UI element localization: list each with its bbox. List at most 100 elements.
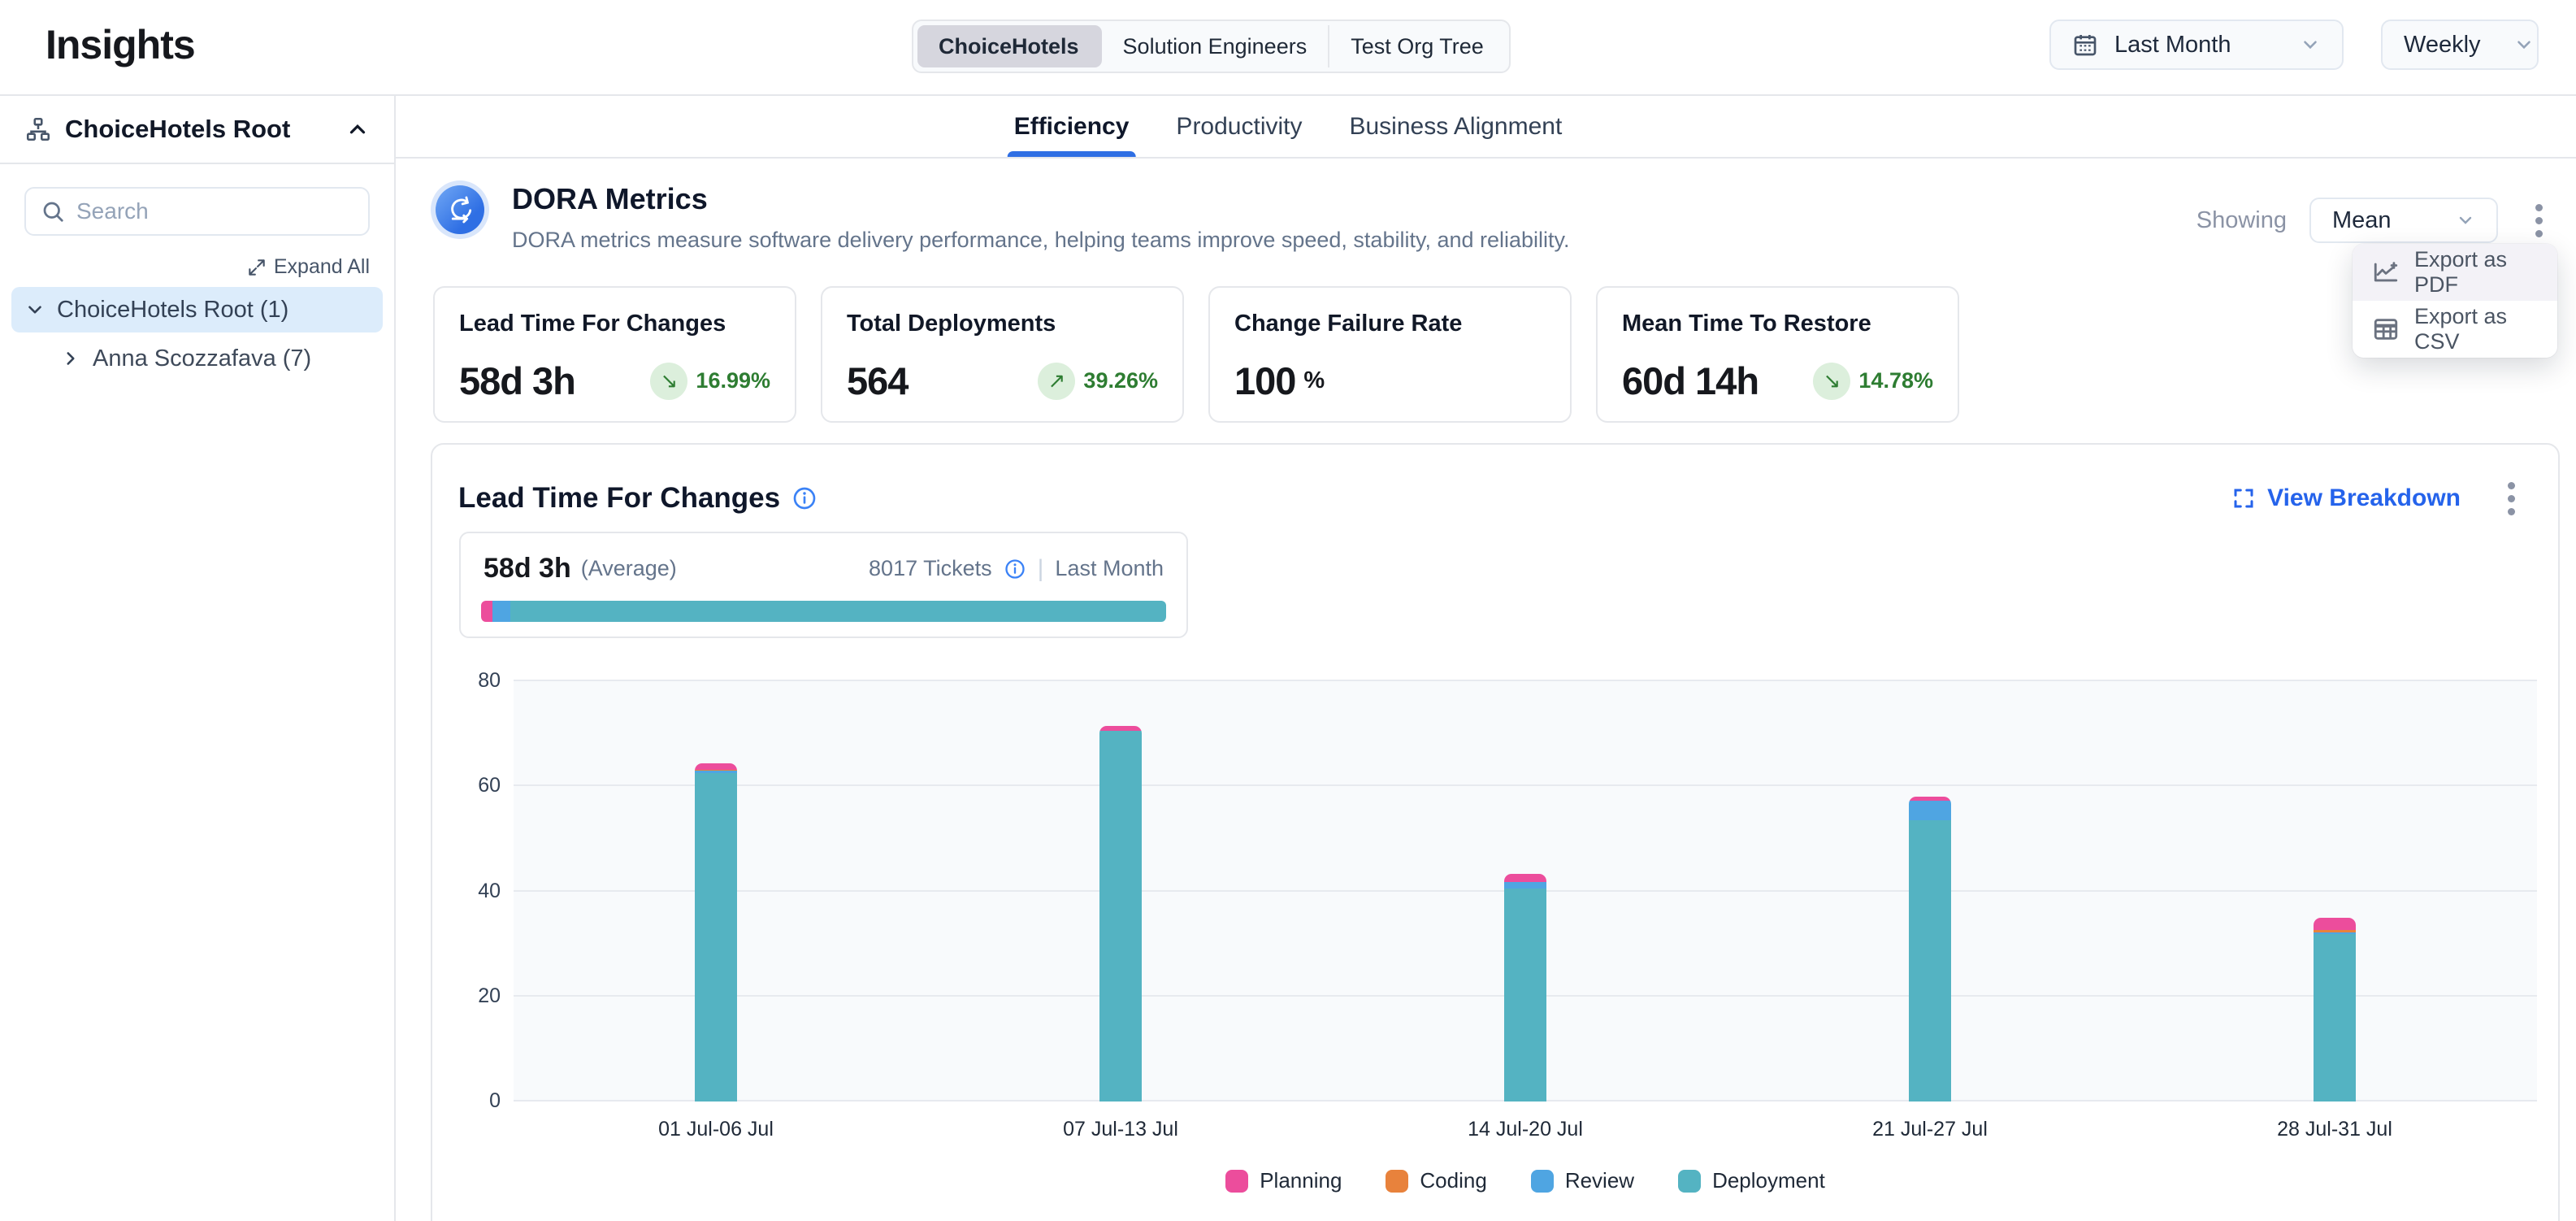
phase-segment-review xyxy=(492,601,510,622)
efficiency-content: DORA Metrics DORA metrics measure softwa… xyxy=(396,159,2576,1221)
search-input[interactable] xyxy=(76,198,370,224)
legend-item-review: Review xyxy=(1531,1168,1634,1193)
date-range-select[interactable]: Last Month xyxy=(2049,20,2344,70)
trend-down-icon: ↘ xyxy=(650,363,687,400)
expand-all-button[interactable]: Expand All xyxy=(246,255,370,279)
legend-label: Planning xyxy=(1260,1168,1342,1193)
tree-node[interactable]: Anna Scozzafava (7) xyxy=(47,336,383,381)
trend-up-icon: ↗ xyxy=(1038,363,1075,400)
stacked-bar[interactable] xyxy=(1504,874,1546,1102)
dora-metrics-header: DORA Metrics DORA metrics measure softwa… xyxy=(431,180,1570,253)
aggregation-value: Mean xyxy=(2332,207,2392,234)
legend-label: Deployment xyxy=(1712,1168,1825,1193)
x-tick-label: 28 Jul-31 Jul xyxy=(2132,1118,2537,1141)
stacked-bar[interactable] xyxy=(695,763,737,1102)
metric-card: Mean Time To Restore60d 14h↘14.78% xyxy=(1596,286,1959,423)
metric-delta-value: 39.26% xyxy=(1083,368,1158,393)
org-tab-choicehotels[interactable]: ChoiceHotels xyxy=(917,25,1102,67)
page-title: Insights xyxy=(46,21,195,68)
x-tick-label: 21 Jul-27 Jul xyxy=(1728,1118,2132,1141)
metric-card-value: 58d 3h xyxy=(459,358,575,403)
meta-divider: | xyxy=(1038,555,1044,583)
bar-segment-deployment xyxy=(695,773,737,1102)
legend-item-coding: Coding xyxy=(1386,1168,1486,1193)
chevron-down-icon xyxy=(2456,211,2475,230)
table-icon xyxy=(2372,315,2400,343)
summary-qualifier: (Average) xyxy=(581,556,677,581)
summary-period: Last Month xyxy=(1055,556,1164,581)
bar-segment-planning xyxy=(1504,874,1546,882)
view-breakdown-button[interactable]: View Breakdown xyxy=(2231,484,2461,512)
chevron-down-icon[interactable] xyxy=(24,299,46,320)
org-tab-label: ChoiceHotels xyxy=(939,34,1079,59)
tab-efficiency[interactable]: Efficiency xyxy=(1014,96,1130,157)
top-right-controls: Last Month Weekly xyxy=(2049,20,2539,70)
org-tab-label: Solution Engineers xyxy=(1123,34,1308,59)
sidebar-title: ChoiceHotels Root xyxy=(65,115,332,144)
stacked-bar[interactable] xyxy=(1909,797,1951,1102)
menu-item-export-as-csv[interactable]: Export as CSV xyxy=(2353,301,2557,358)
metric-card-value-row: 100% xyxy=(1234,358,1546,403)
section-more-menu-button[interactable] xyxy=(2493,476,2529,521)
metric-card: Change Failure Rate100% xyxy=(1208,286,1572,423)
collapse-sidebar-button[interactable] xyxy=(345,117,370,141)
stacked-bar[interactable] xyxy=(2314,918,2356,1102)
view-breakdown-label: View Breakdown xyxy=(2267,484,2461,512)
tree-node[interactable]: ChoiceHotels Root (1) xyxy=(11,287,383,332)
metric-delta-badge: ↘14.78% xyxy=(1813,363,1933,400)
search-icon xyxy=(41,199,65,224)
bar-segment-planning xyxy=(695,763,737,770)
chevron-right-icon[interactable] xyxy=(60,348,81,369)
chevron-down-icon xyxy=(2513,34,2535,55)
legend-item-deployment: Deployment xyxy=(1678,1168,1825,1193)
date-range-value: Last Month xyxy=(2114,32,2231,59)
granularity-select[interactable]: Weekly xyxy=(2381,20,2539,70)
bar-segment-deployment xyxy=(2314,934,2356,1102)
top-bar: Insights ChoiceHotels Solution Engineers T… xyxy=(0,0,2576,96)
stacked-bar[interactable] xyxy=(1099,726,1142,1102)
bar-segment-deployment xyxy=(1909,820,1951,1102)
legend-label: Review xyxy=(1565,1168,1634,1193)
info-icon[interactable] xyxy=(791,485,817,511)
metric-card-value: 60d 14h xyxy=(1622,358,1759,403)
metric-card-unit: % xyxy=(1303,367,1325,394)
metric-delta-badge: ↗ 39.26% xyxy=(1038,363,1158,400)
calendar-icon xyxy=(2072,32,2098,58)
y-tick-label: 40 xyxy=(478,880,501,903)
bar-segment-planning xyxy=(2314,918,2356,931)
menu-item-export-as-pdf[interactable]: Export as PDF xyxy=(2353,244,2557,301)
org-hierarchy-icon xyxy=(24,115,52,143)
expand-arrows-icon xyxy=(246,257,267,278)
gridline-60 xyxy=(514,784,2537,786)
tab-productivity[interactable]: Productivity xyxy=(1176,96,1302,157)
x-tick-label: 07 Jul-13 Jul xyxy=(918,1118,1323,1141)
export-menu: Export as PDFExport as CSV xyxy=(2353,244,2557,358)
info-icon[interactable] xyxy=(1004,558,1026,580)
aggregation-select[interactable]: Mean xyxy=(2309,198,2498,243)
menu-item-label: Export as CSV xyxy=(2414,304,2538,354)
tab-business-alignment[interactable]: Business Alignment xyxy=(1349,96,1562,157)
showing-controls: Showing Mean xyxy=(2197,198,2556,243)
lead-time-section: Lead Time For Changes xyxy=(431,443,2560,1221)
org-segmented-control: ChoiceHotels Solution Engineers Test Org T… xyxy=(912,20,1511,73)
metric-card-value-row: 58d 3h↘16.99% xyxy=(459,358,770,403)
chart-x-axis: 01 Jul-06 Jul07 Jul-13 Jul14 Jul-20 Jul2… xyxy=(514,1118,2537,1141)
legend-swatch xyxy=(1678,1170,1701,1193)
dora-title: DORA Metrics xyxy=(512,182,1570,216)
y-tick-label: 80 xyxy=(478,669,501,693)
dora-more-menu-button[interactable] xyxy=(2521,198,2556,243)
legend-swatch xyxy=(1386,1170,1408,1193)
y-tick-label: 20 xyxy=(478,984,501,1008)
metric-card-title: Lead Time For Changes xyxy=(459,311,770,337)
tree-node-label: ChoiceHotels Root (1) xyxy=(57,297,288,324)
expand-corners-icon xyxy=(2231,486,2256,511)
phase-segment-deployment xyxy=(510,601,1166,622)
org-tab-solution-engineers[interactable]: Solution Engineers xyxy=(1102,25,1330,67)
metric-delta-value: 14.78% xyxy=(1858,368,1933,393)
chart-legend: Planning Coding Review Deployment xyxy=(514,1168,2537,1193)
phase-distribution-bar xyxy=(481,601,1166,622)
metric-card: Total Deployments564↗39.26% xyxy=(821,286,1184,423)
insight-tabs-row: Efficiency Productivity Business Alignment xyxy=(396,96,2576,159)
y-tick-label: 60 xyxy=(478,774,501,797)
org-tab-test-org-tree[interactable]: Test Org Tree xyxy=(1329,25,1505,67)
